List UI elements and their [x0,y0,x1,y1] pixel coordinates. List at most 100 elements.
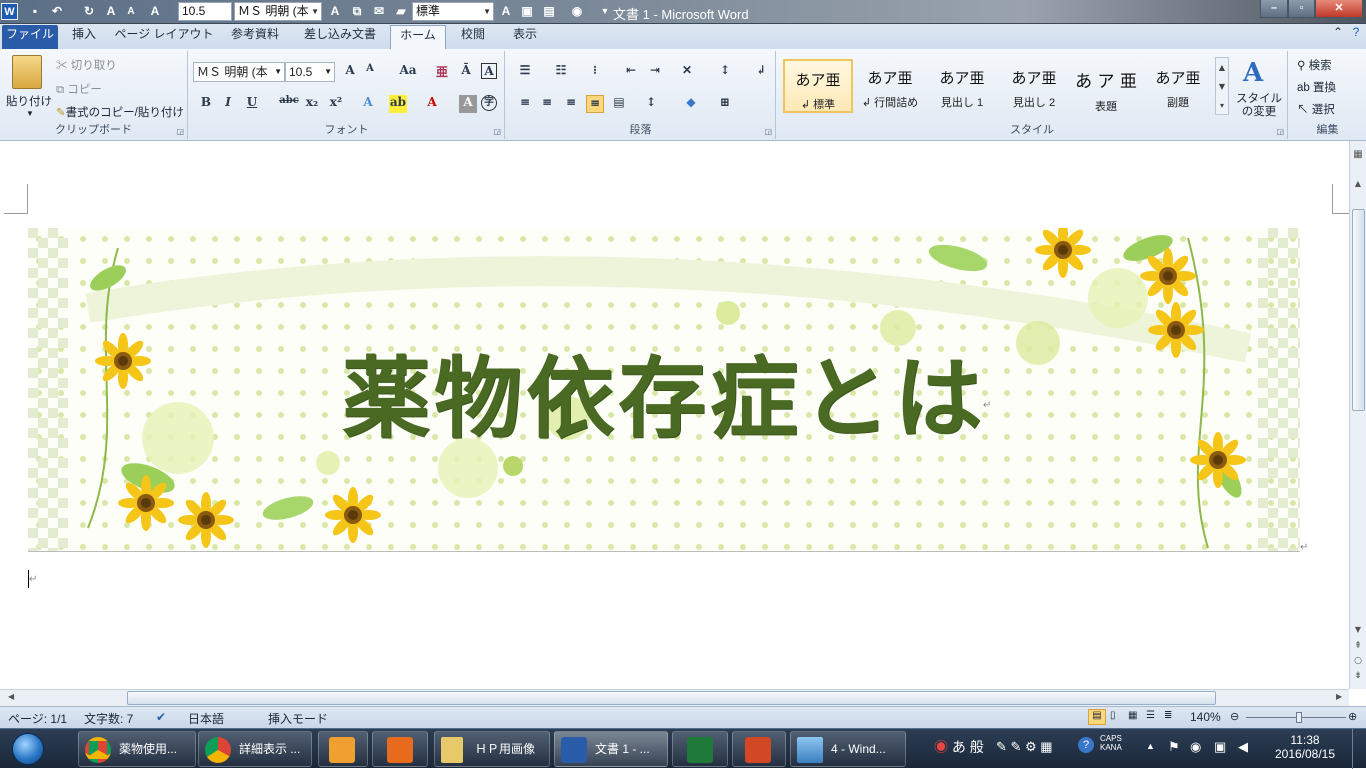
taskbar-item-outlook[interactable] [318,731,368,767]
sort-icon[interactable]: ↕ [716,63,734,81]
taskbar-item-photo-viewer[interactable]: 4 - Wind... [790,731,906,767]
shrink-font-icon[interactable]: A [122,3,140,20]
save-icon[interactable]: ▪ [26,3,44,20]
help-icon[interactable]: ? [1348,25,1364,49]
bullets-icon[interactable]: ☰ [516,63,534,81]
bold-icon[interactable]: B [197,95,215,113]
style-normal[interactable]: あア亜 ↲ 標準 [783,59,853,113]
full-screen-view-icon[interactable]: ▯ [1110,710,1116,721]
style-subtitle[interactable]: あア亜 副題 [1143,59,1213,113]
style-heading-2[interactable]: あア亜 見出し 2 [999,59,1069,113]
draft-view-icon[interactable]: ≣ [1164,710,1172,721]
clipboard-launcher-icon[interactable]: ◲ [176,127,184,136]
borders-icon[interactable]: ⊞ [716,95,734,113]
style-title[interactable]: あ ア 亜表題 [1071,59,1141,113]
phonetic-guide-icon[interactable]: 亜 [433,63,451,81]
superscript-icon[interactable]: x² [327,95,345,113]
highlight-icon[interactable]: ab [389,95,407,113]
justify-icon[interactable]: ≡ [586,95,604,113]
web-layout-view-icon[interactable]: ▦ [1128,710,1137,721]
tab-references[interactable]: 参考資料 [222,25,288,49]
proofing-icon[interactable]: ✔ [156,710,166,724]
text-effects-icon[interactable]: A [359,95,377,113]
circle-tray-icon[interactable]: ◉ [1190,739,1201,755]
volume-icon[interactable]: ◀ [1238,739,1248,755]
font-color-icon[interactable]: A [146,3,164,20]
qat-style-field[interactable]: 標準 ▼ [412,2,494,21]
font-name-field[interactable]: ＭＳ 明朝 (本 ▼ [193,62,285,82]
scroll-right-icon[interactable]: ▶ [1336,692,1342,701]
maximize-button[interactable]: ▫ [1288,0,1315,18]
qat-font-size-field[interactable]: 10.5 [178,2,232,21]
change-styles-icon[interactable]: A [1243,59,1273,87]
language-indicator[interactable]: 日本語 [188,710,224,727]
tab-home[interactable]: ホーム [390,25,446,49]
subscript-icon[interactable]: x₂ [303,95,321,113]
textbox-icon[interactable]: ▤ [540,3,558,20]
style-heading-1[interactable]: あア亜 見出し 1 [927,59,997,113]
clock[interactable]: 11:38 2016/08/15 [1272,733,1338,761]
show-hidden-icons[interactable]: ▲ [1146,741,1155,751]
cut-button[interactable]: ✂ 切り取り [56,57,117,73]
paste-button[interactable]: 貼り付け [6,93,52,109]
char-shading-icon[interactable]: A [459,95,477,113]
zoom-out-icon[interactable]: ⊖ [1230,710,1239,723]
enclose-char-icon[interactable]: 字 [481,95,497,111]
styles-gallery-scroll[interactable]: ▲ ▼ ▾ [1215,57,1229,115]
font-size-field[interactable]: 10.5 ▼ [285,62,335,82]
increase-indent-icon[interactable]: ⇥ [646,63,664,81]
minimize-button[interactable]: – [1260,0,1288,18]
header-banner-image[interactable]: 薬物依存症とは [28,228,1300,552]
ruler-toggle-icon[interactable]: ▦ [1351,149,1365,163]
char-border-icon[interactable]: A [481,63,497,79]
tab-insert[interactable]: 挿入 [62,25,106,49]
undo-icon[interactable]: ↶ [48,3,66,20]
word-app-icon[interactable]: W [1,3,18,20]
paragraph-launcher-icon[interactable]: ◲ [764,127,772,136]
paste-dropdown-icon[interactable]: ▼ [26,109,34,118]
picture-icon[interactable]: ▣ [518,3,536,20]
next-page-icon[interactable]: ⇟ [1352,671,1364,681]
vertical-scrollbar[interactable]: ▦ ▲ ▼ ⇞ ○ ⇟ [1349,141,1366,689]
tab-page-layout[interactable]: ページ レイアウト [110,25,218,49]
vertical-scroll-thumb[interactable] [1352,209,1365,411]
taskbar-item-powerpoint[interactable] [732,731,786,767]
qat-customize-icon[interactable]: ▼ [596,3,614,20]
clear-format-icon[interactable]: Ā [457,63,475,81]
folder-icon[interactable]: ▰ [392,3,410,20]
action-center-icon[interactable]: ⚑ [1168,739,1180,755]
line-spacing-icon[interactable]: ↕ [642,95,660,113]
styles-launcher-icon[interactable]: ◲ [1276,127,1284,136]
underline-icon[interactable]: U [243,95,261,113]
scroll-down-icon[interactable]: ▼ [1352,625,1364,634]
ime-tools-icons[interactable]: ✎ ✎ ⚙ ▦ [996,739,1053,755]
copy-button[interactable]: ⧉ コピー [56,81,102,97]
tab-mailings[interactable]: 差し込み文書 [294,25,386,49]
zoom-level[interactable]: 140% [1190,710,1221,724]
italic-icon[interactable]: I [219,95,237,113]
ime-toolbar[interactable]: ◉ あ 般 [934,737,984,757]
decrease-indent-icon[interactable]: ⇤ [622,63,640,81]
redo-icon[interactable]: ↻ [80,3,98,20]
grow-font-icon-2[interactable]: A [326,3,344,20]
grow-font-icon[interactable]: A [341,63,359,81]
globe-icon[interactable]: ◉ [568,3,586,20]
mail-icon[interactable]: ✉ [370,3,388,20]
distributed-icon[interactable]: ▤ [610,95,628,113]
select-button[interactable]: ↖ 選択 [1297,101,1335,117]
asian-layout-icon[interactable]: ✕ [678,63,696,81]
show-marks-icon[interactable]: ↲ [752,63,770,81]
page-count[interactable]: ページ: 1/1 [8,710,67,727]
copy-icon[interactable]: ⧉ [348,3,366,20]
ribbon-minimize-icon[interactable]: ⌃ [1330,25,1346,49]
change-case-icon[interactable]: Aa [395,63,421,81]
taskbar-item-media[interactable] [372,731,428,767]
start-button[interactable] [4,730,52,768]
shrink-font-icon[interactable]: A [361,63,379,81]
ime-help-icon[interactable]: ? [1078,737,1094,753]
outline-view-icon[interactable]: ☰ [1146,710,1155,721]
numbering-icon[interactable]: ☷ [552,63,570,81]
close-button[interactable]: ✕ [1315,0,1363,18]
find-button[interactable]: ⚲ 検索 [1297,57,1332,73]
prev-page-icon[interactable]: ⇞ [1352,641,1364,651]
